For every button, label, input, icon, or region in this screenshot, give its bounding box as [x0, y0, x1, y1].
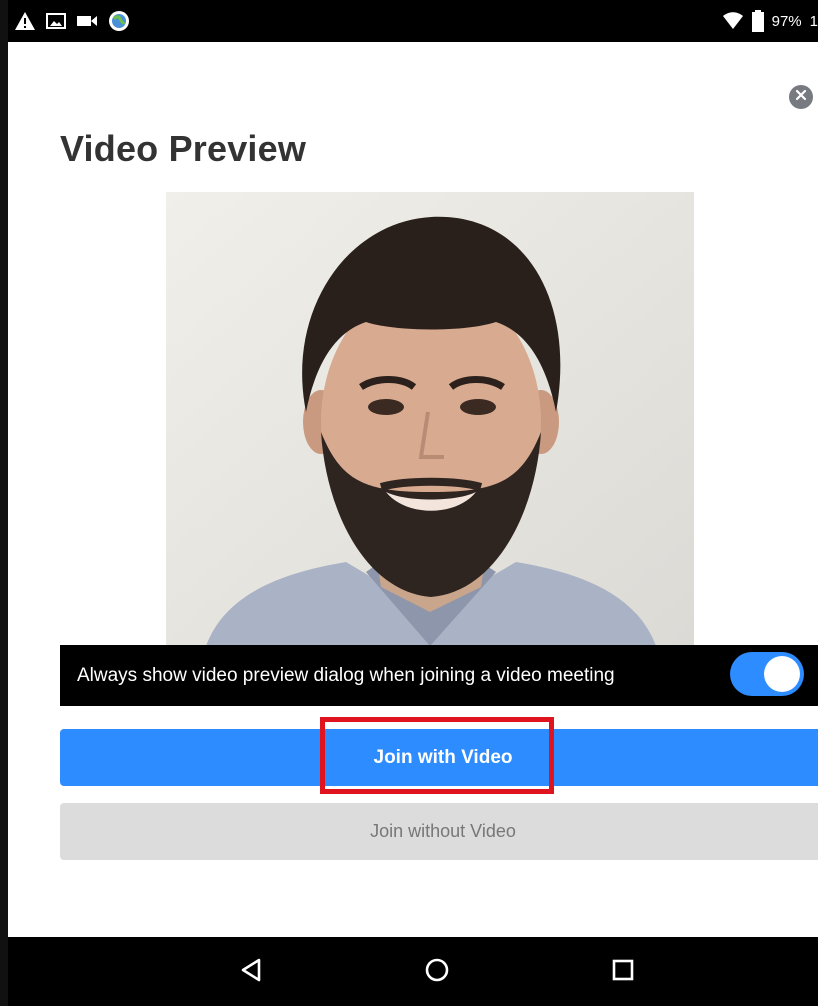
video-camera-icon [76, 13, 98, 29]
status-clock: 1 [809, 12, 818, 30]
video-preview-toggle-row: Always show video preview dialog when jo… [60, 645, 818, 706]
close-icon [795, 88, 807, 106]
join-without-video-button[interactable]: Join without Video [60, 803, 818, 860]
join-with-video-label: Join with Video [373, 746, 513, 768]
home-button[interactable] [420, 955, 454, 989]
status-left-icons [14, 10, 130, 32]
page-title: Video Preview [60, 128, 307, 169]
video-preview [166, 192, 694, 646]
app-frame: 97% 1 Video Preview Always show video pr… [0, 0, 818, 1006]
home-icon [424, 957, 450, 988]
toggle-label: Always show video preview dialog when jo… [77, 664, 615, 686]
close-button[interactable] [789, 85, 813, 109]
join-with-video-button[interactable]: Join with Video [60, 729, 818, 786]
recents-button[interactable] [606, 955, 640, 989]
battery-percentage: 97% [771, 12, 802, 30]
always-show-preview-switch[interactable] [730, 652, 804, 696]
status-bar: 97% 1 [8, 0, 818, 42]
globe-icon [108, 10, 130, 32]
wifi-icon [722, 12, 744, 30]
recents-icon [611, 958, 635, 987]
warning-icon [14, 11, 36, 31]
navigation-bar [8, 937, 818, 1006]
back-button[interactable] [234, 955, 268, 989]
switch-knob [764, 656, 800, 692]
back-icon [239, 957, 263, 988]
battery-icon [751, 10, 764, 32]
camera-feed-image [166, 192, 694, 646]
status-right-icons: 97% 1 [722, 10, 818, 32]
image-icon [46, 12, 66, 30]
join-without-video-label: Join without Video [370, 821, 516, 841]
